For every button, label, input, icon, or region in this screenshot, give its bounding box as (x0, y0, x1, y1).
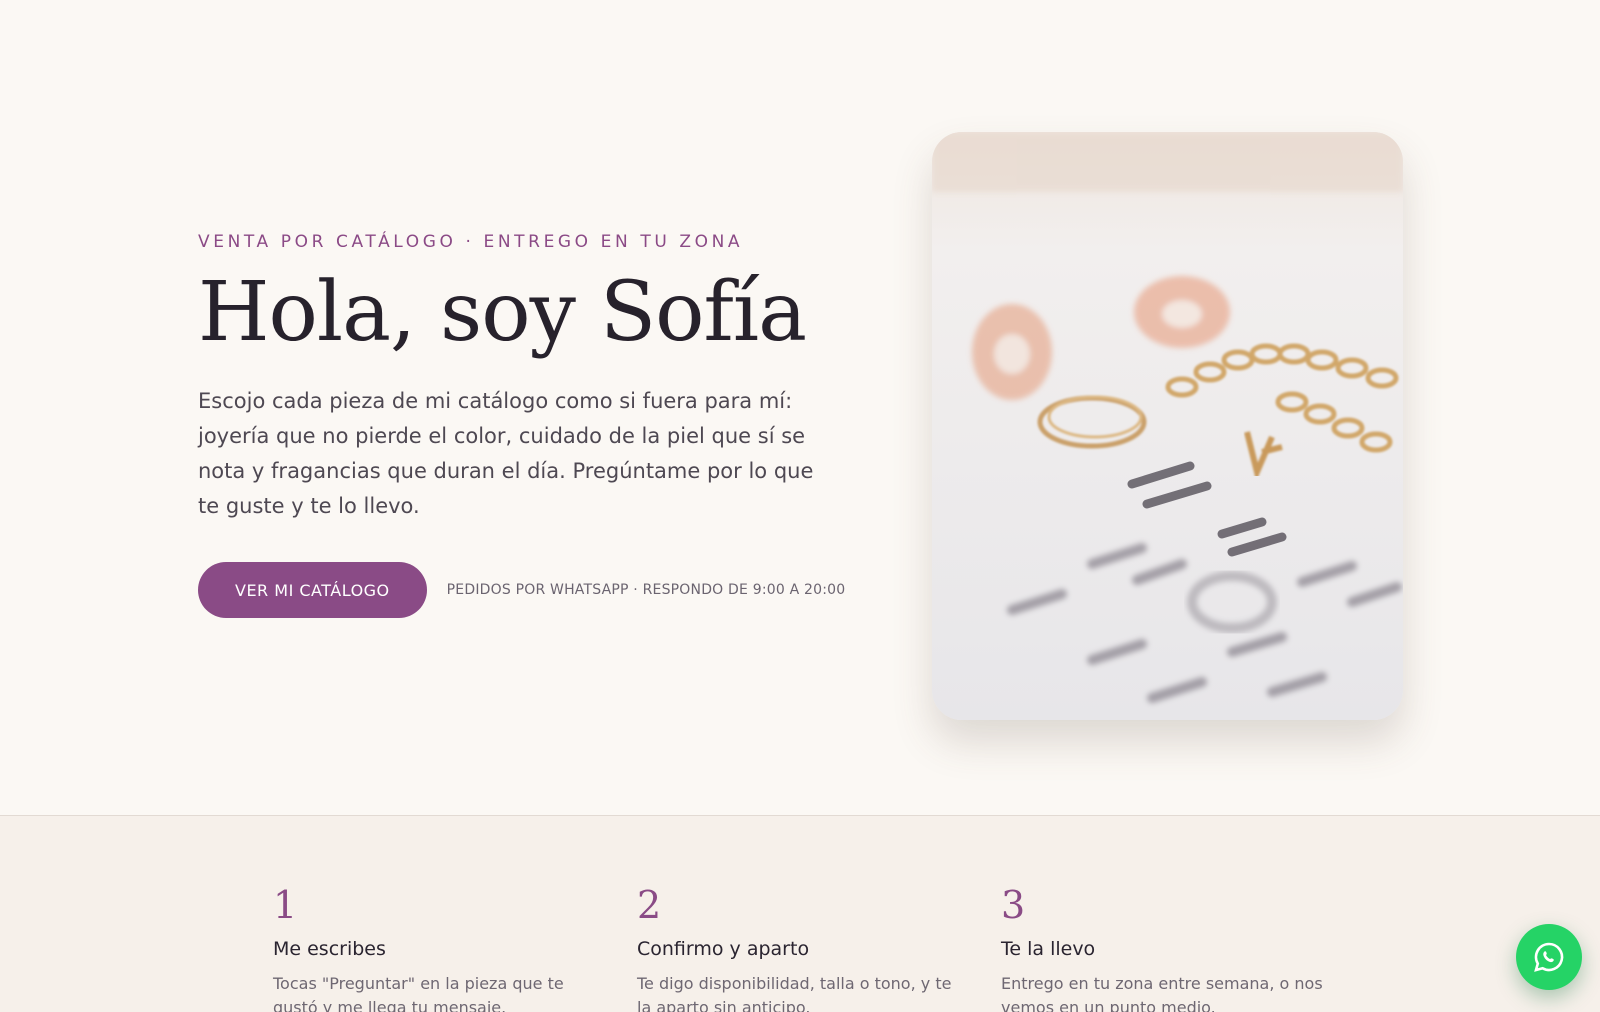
step-2: 2 Confirmo y aparto Te digo disponibilid… (637, 886, 967, 1012)
cta-row: VER MI CATÁLOGO PEDIDOS POR WHATSAPP · R… (198, 562, 858, 619)
hero-product-photo (932, 132, 1403, 720)
step-title: Me escribes (273, 938, 386, 960)
step-number: 2 (637, 883, 662, 927)
step-title: Confirmo y aparto (637, 938, 810, 960)
whatsapp-button[interactable] (1516, 924, 1582, 990)
hero-lead: Escojo cada pieza de mi catálogo como si… (198, 389, 814, 519)
hero-section: VENTA POR CATÁLOGO · ENTREGO EN TU ZONA … (0, 0, 1600, 815)
steps-section: 1 Me escribes Tocas "Preguntar" en la pi… (0, 815, 1600, 1012)
page-title: Hola, soy Sofía (198, 265, 807, 360)
step-3: 3 Te la llevo Entrego en tu zona entre s… (1001, 886, 1331, 1012)
view-catalog-button[interactable]: VER MI CATÁLOGO (198, 562, 427, 619)
step-number: 1 (273, 883, 298, 927)
step-description: Entrego en tu zona entre semana, o nos v… (1001, 974, 1323, 1012)
step-number: 3 (1001, 883, 1026, 927)
whatsapp-icon (1534, 942, 1564, 972)
step-description: Tocas "Preguntar" en la pieza que te gus… (273, 974, 564, 1012)
step-1: 1 Me escribes Tocas "Preguntar" en la pi… (273, 886, 603, 1012)
hero-eyebrow: VENTA POR CATÁLOGO · ENTREGO EN TU ZONA (198, 232, 744, 252)
step-description: Te digo disponibilidad, talla o tono, y … (637, 974, 952, 1012)
hero-text: VENTA POR CATÁLOGO · ENTREGO EN TU ZONA … (198, 232, 858, 619)
jewelry-photo-illustration (932, 132, 1403, 720)
step-title: Te la llevo (1001, 938, 1096, 960)
cta-note: PEDIDOS POR WHATSAPP · RESPONDO DE 9:00 … (446, 582, 846, 599)
